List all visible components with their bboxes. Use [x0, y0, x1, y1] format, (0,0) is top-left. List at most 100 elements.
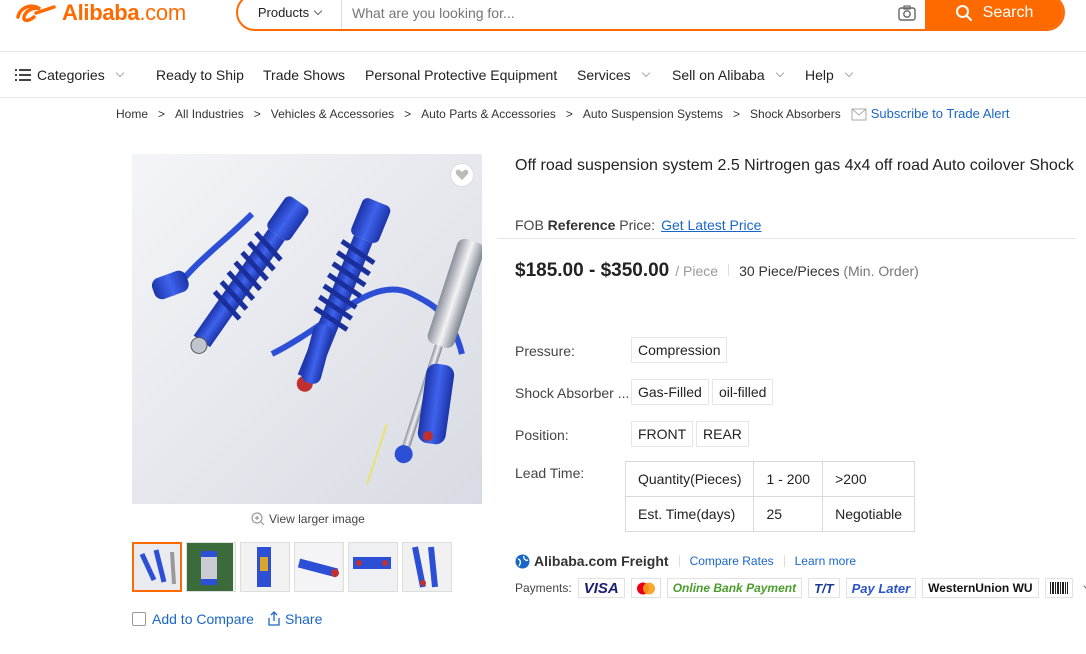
- header: Alibaba.com Products Search: [0, 0, 1086, 52]
- get-latest-price-link[interactable]: Get Latest Price: [661, 217, 761, 233]
- divider: [497, 238, 1076, 239]
- alibaba-logo-mark-icon: [16, 4, 56, 23]
- breadcrumb-all-industries[interactable]: All Industries: [175, 107, 244, 121]
- nav-item-ready-to-ship[interactable]: Ready to Ship: [156, 67, 244, 83]
- main-nav: Categories Ready to Ship Trade Shows Per…: [0, 53, 1086, 98]
- thumbnail-1[interactable]: [132, 542, 182, 592]
- table-cell: >200: [822, 461, 916, 497]
- breadcrumb-separator: >: [733, 106, 741, 121]
- breadcrumb-auto-parts[interactable]: Auto Parts & Accessories: [421, 107, 556, 121]
- camera-search-icon[interactable]: [889, 0, 925, 29]
- table-cell: Negotiable: [822, 496, 916, 532]
- mail-icon: [851, 108, 867, 120]
- thumbnail-3[interactable]: [240, 542, 290, 592]
- menu-icon: [15, 69, 31, 81]
- share-icon: [268, 611, 280, 626]
- compare-checkbox[interactable]: [132, 612, 146, 626]
- price-row: $185.00 - $350.00 / Piece 30 Piece/Piece…: [515, 260, 919, 282]
- attr-label-lead-time: Lead Time:: [515, 465, 585, 481]
- fob-bold: Reference: [547, 217, 616, 233]
- attr-option-compression[interactable]: Compression: [631, 337, 728, 363]
- breadcrumb: Home > All Industries > Vehicles & Acces…: [116, 106, 1009, 121]
- attr-label-shock-absorber-type: Shock Absorber ...: [515, 385, 630, 401]
- attr-option-rear[interactable]: REAR: [696, 421, 749, 447]
- thumbnail-5[interactable]: [348, 542, 398, 592]
- min-order-value: 30 Piece/Pieces: [739, 263, 840, 279]
- table-row: Est. Time(days) 25 Negotiable: [624, 496, 916, 532]
- attr-option-front[interactable]: FRONT: [631, 421, 694, 447]
- nav-item-help[interactable]: Help: [805, 67, 854, 83]
- view-larger-image-link[interactable]: View larger image: [251, 512, 365, 526]
- payments-row: Payments: VISA Online Bank Payment T/T P…: [515, 578, 1086, 598]
- product-main-image[interactable]: [132, 154, 482, 504]
- table-cell: Est. Time(days): [624, 496, 755, 532]
- compare-rates-link[interactable]: Compare Rates: [690, 554, 774, 568]
- breadcrumb-shock-absorbers[interactable]: Shock Absorbers: [750, 107, 841, 121]
- chevron-down-icon: [115, 68, 124, 78]
- divider: [783, 555, 785, 567]
- divider: [678, 555, 680, 567]
- search-category-label: Products: [257, 5, 310, 20]
- search-icon: [955, 4, 972, 21]
- learn-more-link[interactable]: Learn more: [795, 554, 856, 568]
- fob-prefix: FOB: [515, 217, 544, 233]
- online-bank-payment-badge: Online Bank Payment: [666, 578, 803, 598]
- breadcrumb-separator: >: [253, 106, 261, 121]
- price-range: $185.00 - $350.00: [515, 260, 670, 281]
- freight-row: Alibaba.com Freight Compare Rates Learn …: [515, 553, 856, 569]
- attr-label-pressure: Pressure:: [515, 343, 575, 359]
- subscribe-label: Subscribe to Trade Alert: [870, 106, 1010, 121]
- breadcrumb-suspension[interactable]: Auto Suspension Systems: [583, 107, 723, 121]
- view-larger-label: View larger image: [269, 512, 365, 526]
- mastercard-icon: [630, 578, 661, 598]
- breadcrumb-home[interactable]: Home: [116, 107, 148, 121]
- add-to-compare[interactable]: Add to Compare: [132, 611, 254, 627]
- favorite-heart-icon[interactable]: [450, 163, 474, 187]
- search-category-dropdown[interactable]: Products: [238, 0, 342, 29]
- search-input[interactable]: [342, 0, 889, 29]
- breadcrumb-separator: >: [404, 106, 412, 121]
- breadcrumb-vehicles[interactable]: Vehicles & Accessories: [271, 107, 394, 121]
- chevron-down-icon: [775, 68, 784, 78]
- table-cell: Quantity(Pieces): [624, 461, 755, 497]
- chevron-down-icon: [313, 6, 323, 15]
- shock-absorbers-photo: [132, 154, 482, 504]
- alibaba-logo[interactable]: Alibaba.com: [14, 0, 186, 26]
- search-bar: Products Search: [236, 0, 1065, 31]
- nav-categories[interactable]: Categories: [15, 67, 124, 83]
- nav-item-ppe[interactable]: Personal Protective Equipment: [365, 67, 557, 83]
- logo-text: Alibaba.com: [62, 0, 186, 25]
- visa-badge: VISA: [577, 578, 625, 598]
- subscribe-trade-alert-link[interactable]: Subscribe to Trade Alert: [851, 106, 1010, 121]
- globe-icon: [515, 554, 530, 568]
- share-label: Share: [285, 611, 323, 627]
- attr-option-oil-filled[interactable]: oil-filled: [712, 379, 774, 405]
- share-button[interactable]: Share: [266, 611, 322, 627]
- thumbnail-6[interactable]: [402, 542, 452, 592]
- breadcrumb-separator: >: [158, 106, 166, 121]
- nav-item-services[interactable]: Services: [577, 67, 650, 83]
- search-button[interactable]: Search: [925, 0, 1063, 29]
- breadcrumb-separator: >: [565, 106, 573, 121]
- search-button-label: Search: [982, 3, 1034, 21]
- western-union-badge: WesternUnion WU: [922, 578, 1039, 598]
- boleto-barcode-icon: [1044, 578, 1073, 598]
- lead-time-table: Quantity(Pieces) 1 - 200 >200 Est. Time(…: [624, 461, 916, 532]
- thumbnail-strip: [132, 542, 452, 592]
- divider: [728, 264, 730, 276]
- nav-categories-label: Categories: [37, 67, 105, 83]
- attr-label-position: Position:: [515, 427, 569, 443]
- freight-brand: Alibaba.com Freight: [534, 553, 669, 569]
- min-order: 30 Piece/Pieces (Min. Order): [739, 263, 919, 279]
- add-to-compare-label: Add to Compare: [152, 611, 254, 627]
- chevron-down-icon: [844, 68, 854, 78]
- nav-item-sell-on-alibaba[interactable]: Sell on Alibaba: [672, 67, 784, 83]
- thumbnail-4[interactable]: [294, 542, 344, 592]
- attr-option-gas-filled[interactable]: Gas-Filled: [631, 379, 709, 405]
- nav-item-trade-shows[interactable]: Trade Shows: [263, 67, 345, 83]
- fob-price-row: FOB Reference Price: Get Latest Price: [515, 217, 761, 233]
- table-cell: 25: [753, 496, 824, 532]
- table-row: Quantity(Pieces) 1 - 200 >200: [624, 461, 916, 497]
- tt-badge: T/T: [808, 578, 840, 598]
- thumbnail-2[interactable]: [186, 542, 236, 592]
